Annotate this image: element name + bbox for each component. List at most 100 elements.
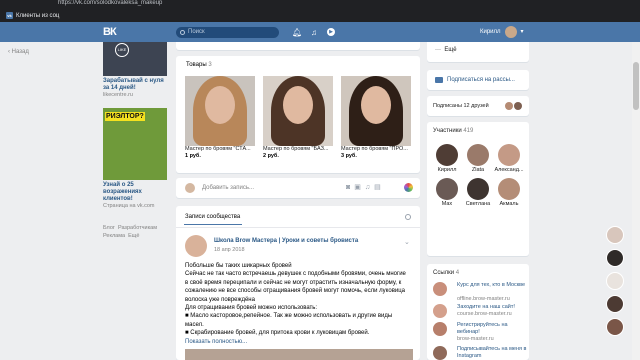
goods-block: Товары 3 Мастер по бровям "СТА... 1 руб.…	[176, 56, 420, 173]
ad-title[interactable]: Узнай о 25 возражениях клиентов!	[103, 182, 169, 203]
vk-bookmark-icon: vk	[6, 12, 13, 19]
chat-avatar[interactable]	[606, 295, 624, 313]
ad-image-text: РИЭЛТОР?	[105, 112, 145, 121]
search-icon	[180, 30, 185, 35]
document-icon[interactable]: ▤	[374, 184, 385, 191]
url-text[interactable]: https://vk.com/solodkovaleksa_makeup	[58, 0, 162, 6]
image-icon[interactable]: ▣	[354, 184, 365, 191]
story-icon[interactable]	[404, 183, 413, 192]
link-icon	[433, 346, 447, 360]
search-icon[interactable]	[405, 214, 411, 220]
subscribe-button[interactable]: Подписаться на рассы...	[435, 77, 515, 83]
goods-header[interactable]: Товары 3	[186, 62, 212, 68]
footer-link[interactable]: Разработчикам	[118, 225, 157, 231]
goods-name[interactable]: Мастер по бровям "СТА...	[185, 146, 255, 153]
play-icon[interactable]: ▶	[327, 28, 335, 36]
chat-avatar[interactable]	[606, 226, 624, 244]
actions-card: ··· Ещё	[427, 42, 529, 62]
post-author[interactable]: Школа Brow Мастера | Уроки и советы бров…	[214, 238, 358, 244]
goods-item[interactable]: Мастер по бровям "СТА... 1 руб.	[185, 76, 255, 159]
show-more-link[interactable]: Показать полностью...	[185, 338, 413, 346]
right-sidebar: ··· Ещё Подписаться на рассы... Подписан…	[427, 42, 529, 360]
goods-image[interactable]	[341, 76, 411, 146]
ad-title[interactable]: Зарабатывай с нуля за 14 дней!	[103, 78, 169, 92]
links-header[interactable]: Ссылки 4	[433, 270, 459, 276]
composer-placeholder[interactable]: Добавить запись...	[202, 185, 254, 191]
music-icon[interactable]: ♫	[365, 184, 374, 191]
like-logo: LIKE	[115, 43, 129, 57]
post-date[interactable]: 18 апр 2018	[214, 247, 245, 253]
avatar	[185, 183, 195, 193]
friends-card[interactable]: Подписаны 12 друзей	[427, 96, 529, 116]
post-text: Побольше бы таких шикарных бровей Сейчас…	[185, 262, 413, 346]
vk-header	[0, 22, 640, 42]
more-button[interactable]: ··· Ещё	[435, 47, 457, 53]
top-card	[176, 42, 420, 50]
browser-chrome: https://vk.com/solodkovaleksa_makeup vk …	[0, 0, 640, 22]
ad-image[interactable]: РИЭЛТОР?	[103, 108, 167, 180]
goods-name[interactable]: Мастер по бровям "БАЗ...	[263, 146, 333, 153]
goods-item[interactable]: Мастер по бровям "ПРО... 3 руб.	[341, 76, 411, 159]
chat-avatar[interactable]	[606, 272, 624, 290]
chat-avatar[interactable]	[606, 249, 624, 267]
tab-community-posts[interactable]: Записи сообщества	[183, 214, 243, 225]
user-name: Кирилл	[480, 29, 501, 35]
footer-links: Блог Разработчикам Реклама Ещё	[103, 224, 169, 240]
post-image[interactable]	[185, 349, 413, 360]
goods-name[interactable]: Мастер по бровям "ПРО...	[341, 146, 411, 153]
post-composer[interactable]: Добавить запись... ◙▣♫▤	[176, 178, 420, 198]
goods-item[interactable]: Мастер по бровям "БАЗ... 2 руб.	[263, 76, 333, 159]
vk-logo[interactable]: ВК	[103, 26, 117, 38]
goods-price: 3 руб.	[341, 153, 357, 159]
member[interactable]: Кирилл	[432, 144, 462, 174]
members-header[interactable]: Участники 419	[433, 128, 473, 134]
bookmark-label: Клиенты из соц	[16, 12, 60, 19]
ad-source: likecentre.ru	[103, 92, 133, 98]
link-icon	[433, 282, 447, 296]
goods-image[interactable]	[263, 76, 333, 146]
camera-icon[interactable]: ◙	[346, 184, 354, 191]
footer-link[interactable]: Блог	[103, 225, 115, 231]
wall-block: Записи сообщества Школа Brow Мастера | У…	[176, 206, 420, 360]
chevron-down-icon: ▾	[520, 29, 524, 35]
member[interactable]: Max	[432, 178, 462, 208]
goods-price: 2 руб.	[263, 153, 279, 159]
chevron-down-icon[interactable]: ⌄	[404, 238, 410, 246]
footer-link[interactable]: Реклама	[103, 233, 125, 239]
friends-count: Подписаны 12 друзей	[433, 103, 489, 109]
scrollbar[interactable]	[632, 42, 640, 360]
post-author-avatar[interactable]	[185, 235, 207, 257]
members-card: Участники 419 Кирилл Zlata Александ... M…	[427, 122, 529, 256]
member[interactable]: Zlata	[463, 144, 493, 174]
subscribe-card: Подписаться на рассы...	[427, 70, 529, 90]
link-icon	[433, 304, 447, 318]
user-menu[interactable]: Кирилл ▾	[480, 26, 524, 38]
divider	[176, 227, 420, 228]
avatar	[504, 26, 517, 38]
link-icon	[433, 322, 447, 336]
ad-source: Страница на vk.com	[103, 203, 155, 209]
goods-image[interactable]	[185, 76, 255, 146]
bookmark-item[interactable]: vk Клиенты из соц	[6, 11, 59, 20]
search-input[interactable]: Поиск	[176, 27, 279, 38]
back-link[interactable]: ‹ Назад	[8, 49, 29, 55]
footer-link[interactable]: Ещё	[128, 233, 139, 239]
ads-column: LIKE Зарабатывай с нуля за 14 дней! like…	[103, 42, 169, 360]
ad-image[interactable]: LIKE	[103, 42, 167, 76]
left-nav: ‹ Назад	[0, 42, 100, 360]
chat-bubbles	[606, 226, 628, 341]
address-bar[interactable]: https://vk.com/solodkovaleksa_makeup	[0, 0, 640, 10]
friends-avatars	[505, 102, 522, 110]
member[interactable]: Акмаль	[494, 178, 524, 208]
search-placeholder: Поиск	[188, 29, 205, 35]
chat-avatar[interactable]	[606, 318, 624, 336]
mail-icon	[435, 77, 443, 83]
member[interactable]: Александ...	[494, 144, 524, 174]
links-card: Ссылки 4 Курс для тех, кто в Москве offli…	[427, 264, 529, 360]
music-icon[interactable]: ♫	[311, 28, 317, 37]
scrollbar-thumb[interactable]	[633, 62, 639, 110]
bell-icon[interactable]: 🔔︎	[292, 28, 302, 37]
member[interactable]: Светлана	[463, 178, 493, 208]
goods-price: 1 руб.	[185, 153, 201, 159]
composer-icons: ◙▣♫▤	[346, 183, 385, 191]
